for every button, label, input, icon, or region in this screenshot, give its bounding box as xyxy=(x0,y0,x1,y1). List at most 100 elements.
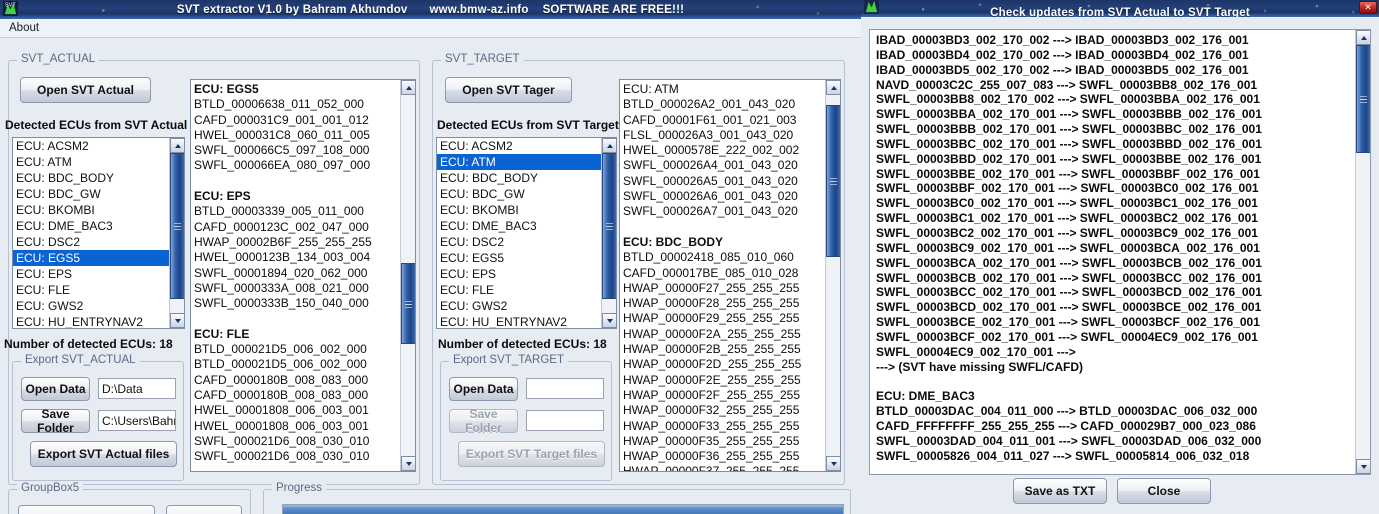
list-item[interactable]: ECU: BDC_BODY xyxy=(437,170,601,186)
update-titlebar[interactable]: Check updates from SVT Actual to SVT Tar… xyxy=(861,0,1379,17)
list-item[interactable]: ECU: ATM xyxy=(437,154,601,170)
list-item[interactable]: ECU: ACSM2 xyxy=(437,138,601,154)
open-data-target-button[interactable]: Open Data xyxy=(449,377,518,401)
full-report-button[interactable]: Full report xyxy=(166,505,242,514)
log-line: CAFD_FFFFFFFF_255_255_255 ---> CAFD_0000… xyxy=(876,418,1256,433)
save-folder-actual-input[interactable]: C:\Users\Bahra xyxy=(98,410,176,431)
detected-ecus-actual-label: Detected ECUs from SVT Actual xyxy=(5,118,188,132)
list-item[interactable]: ECU: EPS xyxy=(437,266,601,282)
group-export-svt-actual: Export SVT_ACTUAL Open Data D:\Data Save… xyxy=(12,354,184,481)
content-line: BTLD_000021D5_006_002_000 xyxy=(194,357,367,372)
content-line: CAFD_000017BE_085_010_028 xyxy=(623,265,799,280)
list-item[interactable]: ECU: BDC_BODY xyxy=(13,170,169,186)
content-line: HWAP_00000F29_255_255_255 xyxy=(623,311,800,326)
list-item[interactable]: ECU: DSC2 xyxy=(437,234,601,250)
svt-target-content-box[interactable]: ECU: ATM BTLD_000026A2_001_043_020 CAFD_00… xyxy=(619,79,841,472)
update-log-box[interactable]: IBAD_00003BD3_002_170_002 ---> IBAD_0000… xyxy=(869,29,1371,475)
content-line: SWFL_000026A4_001_043_020 xyxy=(623,158,798,173)
list-item[interactable]: ECU: HU_ENTRYNAV2 xyxy=(437,314,601,328)
check-updates-window: Check updates from SVT Actual to SVT Tar… xyxy=(861,0,1379,514)
svt-actual-content-scrollbar[interactable] xyxy=(400,80,415,471)
menu-bar: About xyxy=(0,19,861,38)
content-line: HWAP_00000F27_255_255_255 xyxy=(623,280,800,295)
content-line: BTLD_00002418_085_010_060 xyxy=(623,250,794,265)
close-button[interactable]: Close xyxy=(1117,478,1211,504)
list-item[interactable]: ECU: ACSM2 xyxy=(13,138,169,154)
scroll-down-arrow-icon[interactable] xyxy=(602,313,616,328)
svt-actual-content-scroll-thumb[interactable] xyxy=(401,263,415,344)
close-icon[interactable]: ✕ xyxy=(1359,1,1377,14)
log-line: IBAD_00003BD4_002_170_002 ---> IBAD_0000… xyxy=(876,47,1249,62)
update-client-area: IBAD_00003BD3_002_170_002 ---> IBAD_0000… xyxy=(861,17,1379,514)
scroll-up-arrow-icon[interactable] xyxy=(1356,30,1370,45)
list-item[interactable]: ECU: HU_ENTRYNAV2 xyxy=(13,314,169,328)
list-item[interactable]: ECU: FLE xyxy=(437,282,601,298)
content-line: HWAP_00000F2E_255_255_255 xyxy=(623,372,801,387)
log-line: SWFL_00003BCA_002_170_001 ---> SWFL_0000… xyxy=(876,255,1262,270)
ecu-list-target-scrollbar[interactable] xyxy=(601,138,616,328)
open-data-actual-input[interactable]: D:\Data xyxy=(98,378,176,399)
list-item[interactable]: ECU: GWS2 xyxy=(13,298,169,314)
save-as-txt-button[interactable]: Save as TXT xyxy=(1013,478,1107,504)
svt-actual-content-box[interactable]: ECU: EGS5 BTLD_00006638_011_052_000 CAFD_0… xyxy=(190,79,416,472)
list-item[interactable]: ECU: EGS5 xyxy=(437,250,601,266)
scroll-down-arrow-icon[interactable] xyxy=(170,313,184,328)
list-item[interactable]: ECU: BKOMBI xyxy=(13,202,169,218)
svt-app-icon: SVT xyxy=(3,1,18,16)
scroll-down-arrow-icon[interactable] xyxy=(401,456,415,471)
save-folder-target-button[interactable]: Save Folder xyxy=(449,407,518,435)
open-svt-actual-button[interactable]: Open SVT Actual xyxy=(20,77,151,103)
scroll-down-arrow-icon[interactable] xyxy=(826,456,840,471)
group-box5: GroupBox5 Check the difference Full repo… xyxy=(8,482,251,514)
svt-target-content-scrollbar[interactable] xyxy=(825,80,840,471)
list-item[interactable]: ECU: DME_BAC3 xyxy=(13,218,169,234)
list-item[interactable]: ECU: BDC_GW xyxy=(437,186,601,202)
svt-target-content-scroll-thumb[interactable] xyxy=(826,105,840,257)
update-log-scrollbar[interactable] xyxy=(1355,30,1370,474)
group-export-svt-target: Export SVT_TARGET Open Data Save Folder … xyxy=(440,354,612,481)
ecu-list-actual-scroll-thumb[interactable] xyxy=(170,153,184,299)
list-item[interactable]: ECU: EGS5 xyxy=(13,250,169,266)
list-item[interactable]: ECU: FLE xyxy=(13,282,169,298)
content-ecu-header-selected: ECU: ATM xyxy=(623,82,679,96)
update-log-scroll-thumb[interactable] xyxy=(1356,45,1370,153)
open-data-actual-button[interactable]: Open Data xyxy=(21,377,90,401)
scroll-up-arrow-icon[interactable] xyxy=(826,80,840,95)
check-difference-button[interactable]: Check the difference xyxy=(18,505,155,514)
content-line: HWEL_00001808_006_003_001 xyxy=(194,403,369,418)
export-svt-actual-files-button[interactable]: Export SVT Actual files xyxy=(30,441,177,467)
export-svt-target-files-button[interactable]: Export SVT Target files xyxy=(458,441,605,467)
progress-bar-fill xyxy=(283,505,843,514)
scroll-down-arrow-icon[interactable] xyxy=(1356,459,1370,474)
list-item[interactable]: ECU: DSC2 xyxy=(13,234,169,250)
main-title-free: SOFTWARE ARE FREE!!! xyxy=(542,3,685,16)
log-line: IBAD_00003BD3_002_170_002 ---> IBAD_0000… xyxy=(876,33,1249,47)
list-item[interactable]: ECU: BKOMBI xyxy=(437,202,601,218)
ecu-list-target[interactable]: ECU: ACSM2 ECU: ATM ECU: BDC_BODY ECU: BDC_… xyxy=(436,137,617,329)
list-item[interactable]: ECU: GWS2 xyxy=(437,298,601,314)
list-item[interactable]: ECU: BDC_GW xyxy=(13,186,169,202)
open-svt-target-button[interactable]: Open SVT Tager xyxy=(445,77,572,103)
ecu-list-actual[interactable]: ECU: ACSM2 ECU: ATM ECU: BDC_BODY ECU: BDC_… xyxy=(12,137,185,329)
content-line: SWFL_000026A5_001_043_020 xyxy=(623,173,798,188)
ecu-list-actual-scrollbar[interactable] xyxy=(169,138,184,328)
scroll-up-arrow-icon[interactable] xyxy=(401,80,415,95)
list-item[interactable]: ECU: ATM xyxy=(13,154,169,170)
list-item[interactable]: ECU: EPS xyxy=(13,266,169,282)
save-folder-target-input[interactable] xyxy=(526,410,604,431)
save-folder-actual-button[interactable]: Save Folder xyxy=(21,407,90,435)
main-titlebar[interactable]: SVT SVT extractor V1.0 by Bahram Akhundo… xyxy=(0,0,861,19)
content-line: CAFD_00001F61_001_021_003 xyxy=(623,112,797,127)
scroll-up-arrow-icon[interactable] xyxy=(170,138,184,153)
group-svt-actual-title: SVT_ACTUAL xyxy=(17,53,100,65)
list-item[interactable]: ECU: DME_BAC3 xyxy=(437,218,601,234)
content-line: HWAP_00000F36_255_255_255 xyxy=(623,449,800,464)
log-line: SWFL_00003BBF_002_170_001 ---> SWFL_0000… xyxy=(876,181,1259,196)
group-export-svt-actual-title: Export SVT_ACTUAL xyxy=(21,354,140,366)
menu-item-about[interactable]: About xyxy=(3,20,45,36)
scroll-up-arrow-icon[interactable] xyxy=(602,138,616,153)
log-line: SWFL_00003BCD_002_170_001 ---> SWFL_0000… xyxy=(876,300,1262,315)
ecu-list-target-scroll-thumb[interactable] xyxy=(602,153,616,299)
open-data-target-input[interactable] xyxy=(526,378,604,399)
